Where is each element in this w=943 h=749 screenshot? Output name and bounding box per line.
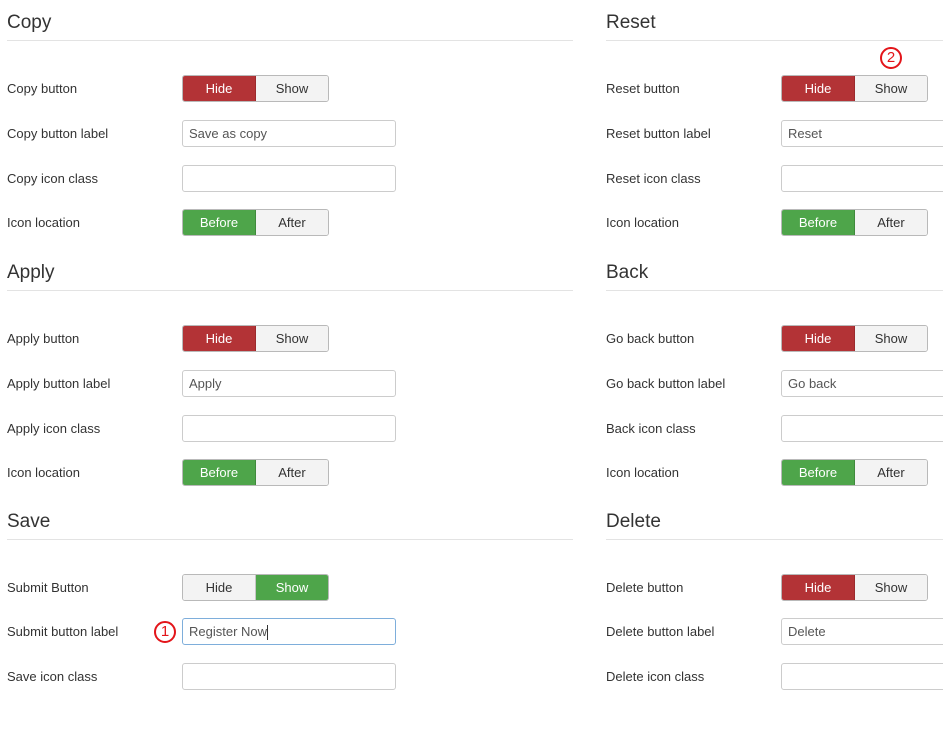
section-divider — [606, 40, 943, 41]
right-column: Reset 2 Reset button Hide Show Reset but… — [606, 0, 943, 749]
copy-icon-class-label: Copy icon class — [7, 171, 99, 186]
back-icon-class-label: Back icon class — [606, 420, 696, 436]
back-icon-after-option[interactable]: After — [854, 459, 927, 485]
apply-button-show-option[interactable]: Show — [255, 325, 328, 351]
submit-button-label-input[interactable]: Register Now — [182, 618, 396, 645]
apply-button-label-label: Apply button label — [7, 375, 111, 391]
section-title-delete: Delete — [606, 511, 661, 532]
reset-button-hide-option[interactable]: Hide — [782, 76, 854, 101]
reset-icon-before-option[interactable]: Before — [782, 210, 854, 235]
apply-icon-location-toggle[interactable]: Before After — [182, 458, 329, 486]
delete-icon-class-input[interactable] — [781, 663, 943, 690]
submit-button-label: Submit Button — [7, 580, 89, 595]
delete-button-label-label: Delete button label — [606, 624, 715, 639]
section-save: Save Submit Button Hide Show Submit butt… — [7, 499, 573, 749]
go-back-button-show-option[interactable]: Show — [854, 325, 927, 351]
section-reset: Reset 2 Reset button Hide Show Reset but… — [606, 0, 943, 250]
section-title-apply: Apply — [7, 261, 55, 283]
section-divider — [606, 289, 943, 291]
section-apply: Apply Apply button Hide Show Apply butto… — [7, 250, 573, 500]
section-divider — [606, 539, 943, 540]
copy-button-label-input[interactable] — [182, 120, 396, 147]
section-divider — [7, 289, 573, 291]
go-back-button-hide-option[interactable]: Hide — [782, 325, 854, 351]
apply-button-hide-option[interactable]: Hide — [183, 325, 255, 351]
submit-button-show-option[interactable]: Show — [255, 575, 328, 600]
apply-icon-after-option[interactable]: After — [255, 459, 328, 485]
apply-icon-class-label: Apply icon class — [7, 420, 101, 436]
reset-icon-location-toggle[interactable]: Before After — [781, 209, 928, 236]
section-title-back: Back — [606, 261, 649, 283]
reset-button-label: Reset button — [606, 81, 680, 96]
submit-button-toggle[interactable]: Hide Show — [182, 574, 329, 601]
apply-button-label: Apply button — [7, 330, 80, 346]
reset-icon-after-option[interactable]: After — [854, 210, 927, 235]
copy-button-label: Copy button — [7, 81, 78, 96]
reset-icon-class-input[interactable] — [781, 165, 943, 192]
submit-button-label-value: Register Now — [189, 624, 268, 639]
apply-button-toggle[interactable]: Hide Show — [182, 324, 329, 352]
copy-icon-after-option[interactable]: After — [255, 210, 328, 235]
delete-icon-class-label: Delete icon class — [606, 669, 705, 684]
section-title-reset: Reset — [606, 12, 656, 33]
delete-button-toggle[interactable]: Hide Show — [781, 574, 928, 601]
section-title-copy: Copy — [7, 12, 52, 33]
go-back-button-toggle[interactable]: Hide Show — [781, 324, 928, 352]
reset-button-toggle[interactable]: Hide Show — [781, 75, 928, 102]
copy-button-show-option[interactable]: Show — [255, 76, 328, 101]
callout-marker-1: 1 — [154, 621, 176, 643]
go-back-button-label-label: Go back button label — [606, 375, 726, 391]
copy-button-hide-option[interactable]: Hide — [183, 76, 255, 101]
copy-icon-location-toggle[interactable]: Before After — [182, 209, 329, 236]
copy-icon-before-option[interactable]: Before — [183, 210, 255, 235]
section-copy: Copy Copy button Hide Show Copy button l… — [7, 0, 573, 250]
left-column: Copy Copy button Hide Show Copy button l… — [7, 0, 573, 749]
copy-icon-class-input[interactable] — [182, 165, 396, 192]
reset-icon-location-label: Icon location — [606, 215, 679, 230]
reset-button-label-label: Reset button label — [606, 126, 711, 141]
copy-icon-location-label: Icon location — [7, 215, 80, 230]
apply-icon-location-label: Icon location — [7, 464, 80, 480]
submit-button-hide-option[interactable]: Hide — [183, 575, 255, 600]
delete-button-label: Delete button — [606, 580, 684, 595]
go-back-button-label-input[interactable] — [781, 369, 943, 397]
delete-button-show-option[interactable]: Show — [854, 575, 927, 600]
copy-button-label-label: Copy button label — [7, 126, 109, 141]
apply-button-label-input[interactable] — [182, 369, 396, 397]
reset-icon-class-label: Reset icon class — [606, 171, 701, 186]
callout-marker-2: 2 — [880, 47, 902, 69]
save-icon-class-label: Save icon class — [7, 669, 98, 684]
go-back-button-label: Go back button — [606, 330, 695, 346]
text-cursor — [267, 625, 269, 641]
reset-button-show-option[interactable]: Show — [854, 76, 927, 101]
section-divider — [7, 40, 573, 41]
section-back: Back Go back button Hide Show Go back bu… — [606, 250, 943, 500]
delete-button-label-input[interactable] — [781, 618, 943, 645]
submit-button-label-label: Submit button label — [7, 624, 119, 639]
back-icon-class-input[interactable] — [781, 414, 943, 442]
delete-button-hide-option[interactable]: Hide — [782, 575, 854, 600]
section-divider — [7, 539, 573, 540]
apply-icon-class-input[interactable] — [182, 414, 396, 442]
reset-button-label-input[interactable] — [781, 120, 943, 147]
apply-icon-before-option[interactable]: Before — [183, 459, 255, 485]
back-icon-before-option[interactable]: Before — [782, 459, 854, 485]
section-title-save: Save — [7, 511, 51, 532]
back-icon-location-toggle[interactable]: Before After — [781, 458, 928, 486]
copy-button-toggle[interactable]: Hide Show — [182, 75, 329, 102]
back-icon-location-label: Icon location — [606, 464, 679, 480]
section-delete: Delete Delete button Hide Show Delete bu… — [606, 499, 943, 749]
save-icon-class-input[interactable] — [182, 663, 396, 690]
